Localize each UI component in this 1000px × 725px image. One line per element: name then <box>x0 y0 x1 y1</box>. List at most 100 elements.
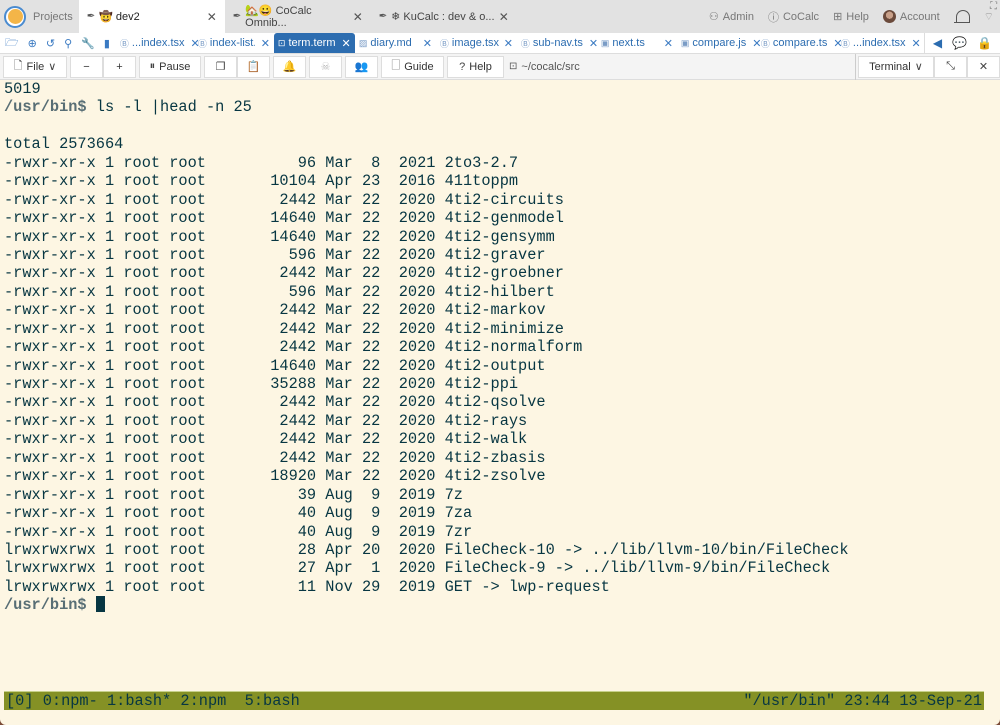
file-tab[interactable]: Ⓑ sub-nav.ts ✕ <box>517 33 597 53</box>
terminal-line: -rwxr-xr-x 1 root root 2442 Mar 22 2020 … <box>4 301 1000 319</box>
cocalc-info-button[interactable]: ⓘ CoCalc <box>768 9 819 25</box>
caret-left-icon[interactable]: ◀ <box>933 36 942 50</box>
plus-circle-icon[interactable]: ⊕ <box>28 37 37 50</box>
chat-icon[interactable]: 💬 <box>952 36 967 50</box>
file-tab-label: diary.md <box>370 37 412 49</box>
file-tab[interactable]: Ⓑ ...index.tsx ✕ <box>837 33 921 53</box>
close-icon[interactable]: ✕ <box>664 37 673 50</box>
terminal-line-text <box>87 596 96 614</box>
terminal-line-text: -rwxr-xr-x 1 root root 40 Aug 9 2019 7za <box>4 504 473 523</box>
markdown-icon: ▨ <box>358 37 368 48</box>
project-tab-label: ❄ KuCalc : dev & o... <box>391 11 495 23</box>
terminal-line-text: -rwxr-xr-x 1 root root 40 Aug 9 2019 7zr <box>4 522 473 541</box>
processor-icon[interactable]: ▮ <box>104 37 110 50</box>
terminal-line: -rwxr-xr-x 1 root root 96 Mar 8 2021 2to… <box>4 154 1000 172</box>
cocalc-window: Projects ✒ 🤠 dev2 ✕ ✒ 🏡😀 CoCalc Omnib...… <box>0 0 1000 725</box>
wrench-icon[interactable]: 🔧 <box>81 37 95 50</box>
admin-button[interactable]: ⚇ Admin <box>708 10 754 24</box>
file-tab-label: ...index.tsx <box>131 37 185 49</box>
terminal-line-text: -rwxr-xr-x 1 root root 596 Mar 22 2020 4… <box>4 282 555 301</box>
terminal-line: total 2573664 <box>4 135 1000 153</box>
clear-users-button[interactable]: 👥 <box>345 55 378 78</box>
editor-toolbar: 🗋 File ∨ − + ⏸ Pause ❐ 📋 🔔 ☠ 👥 🗌 Guide ?… <box>0 53 1000 80</box>
projects-button[interactable]: Projects <box>30 0 79 33</box>
terminal-line-text: -rwxr-xr-x 1 root root 2442 Mar 22 2020 … <box>4 448 546 467</box>
close-icon[interactable]: ✕ <box>499 10 509 24</box>
file-menu-button[interactable]: 🗋 File ∨ <box>3 55 67 78</box>
file-tab[interactable]: ▣ next.ts ✕ <box>597 33 677 53</box>
close-icon[interactable]: ✕ <box>912 37 921 50</box>
lock-icon[interactable]: 🔒 <box>977 36 992 50</box>
terminal-line-text: -rwxr-xr-x 1 root root 2442 Mar 22 2020 … <box>4 264 564 283</box>
terminal-output[interactable]: 5019/usr/bin$ ls -l |head -n 25 total 257… <box>4 80 1000 692</box>
info-icon: ⓘ <box>767 11 779 24</box>
folder-open-icon[interactable]: 🗁 <box>5 34 19 53</box>
bell-button[interactable]: 🔔 <box>273 55 306 78</box>
terminal-line: -rwxr-xr-x 1 root root 2442 Mar 22 2020 … <box>4 393 1000 411</box>
file-tab[interactable]: Ⓑ image.tsx ✕ <box>436 33 517 53</box>
chevron-down-icon: ∨ <box>48 61 57 73</box>
guide-button[interactable]: 🗌 Guide <box>381 55 444 78</box>
terminal-line-text: -rwxr-xr-x 1 root root 2442 Mar 22 2020 … <box>4 393 546 412</box>
terminal-line-text: -rwxr-xr-x 1 root root 14640 Mar 22 2020… <box>4 227 555 246</box>
help-button[interactable]: ⊞ Help <box>833 10 869 24</box>
react-icon: Ⓑ <box>760 38 770 49</box>
pause-button[interactable]: ⏸ Pause <box>139 55 201 78</box>
file-tab[interactable]: Ⓑ compare.ts ✕ <box>757 33 843 53</box>
close-icon[interactable]: ✕ <box>353 10 363 24</box>
skull-icon: ☠ <box>320 61 331 73</box>
react-icon: Ⓑ <box>119 38 129 49</box>
close-icon[interactable]: ✕ <box>207 10 217 24</box>
paste-icon: 📋 <box>246 61 261 73</box>
terminal-line: -rwxr-xr-x 1 root root 596 Mar 22 2020 4… <box>4 246 1000 264</box>
users-icon: ⚇ <box>708 11 719 23</box>
project-tab-dev2[interactable]: ✒ 🤠 dev2 ✕ <box>78 0 225 33</box>
kill-button[interactable]: ☠ <box>309 55 342 78</box>
history-icon[interactable]: ↺ <box>46 37 55 50</box>
bell-icon[interactable] <box>953 8 970 26</box>
file-tab[interactable]: Ⓑ ...index.tsx ✕ <box>116 33 200 53</box>
file-tab[interactable]: ▣ compare.js ✕ <box>677 33 762 53</box>
close-icon[interactable]: ✕ <box>423 37 432 50</box>
increase-font-button[interactable]: + <box>103 55 136 78</box>
cocalc-logo[interactable] <box>0 0 30 33</box>
chevron-down-icon: ∨ <box>914 61 923 73</box>
close-icon[interactable]: ✕ <box>504 37 513 50</box>
account-button[interactable]: Account <box>882 10 940 23</box>
account-label: Account <box>899 10 940 23</box>
project-tab-kucalc[interactable]: ✒ ❄ KuCalc : dev & o... ✕ <box>371 0 517 33</box>
file-bar-right: ◀ 💬 🔒 <box>923 33 1000 53</box>
decrease-font-button[interactable]: − <box>70 55 103 78</box>
terminal-line: /usr/bin$ ls -l |head -n 25 <box>4 98 1000 116</box>
file-tab-label: ...index.tsx <box>852 37 906 49</box>
search-icon[interactable]: ⚲ <box>64 37 72 50</box>
terminal-line: -rwxr-xr-x 1 root root 2442 Mar 22 2020 … <box>4 449 1000 467</box>
paste-button[interactable]: 📋 <box>237 55 270 78</box>
help-button[interactable]: ? Help <box>447 55 504 78</box>
frame-type-select[interactable]: Terminal ∨ <box>858 55 934 78</box>
terminal-cursor <box>95 596 105 613</box>
minimize-button[interactable]: ⤡ <box>934 55 967 78</box>
copy-button[interactable]: ❐ <box>204 55 237 78</box>
terminal-line: -rwxr-xr-x 1 root root 2442 Mar 22 2020 … <box>4 264 1000 282</box>
guide-label: Guide <box>404 60 434 73</box>
shell-prompt: /usr/bin$ <box>4 98 87 117</box>
close-frame-button[interactable]: ✕ <box>967 55 1000 78</box>
fullscreen-icon[interactable]: ⛶ <box>990 1 997 12</box>
terminal-line-text: -rwxr-xr-x 1 root root 2442 Mar 22 2020 … <box>4 411 528 430</box>
close-icon[interactable]: ✕ <box>589 37 597 50</box>
tmux-status-bar: [0] 0:npm- 1:bash* 2:npm 5:bash "/usr/bi… <box>4 691 984 710</box>
file-tab[interactable]: ▨ diary.md ✕ <box>355 33 436 53</box>
project-tab-cocalc-omnibus[interactable]: ✒ 🏡😀 CoCalc Omnib... ✕ <box>225 0 371 33</box>
font-size-group: − + <box>70 55 136 78</box>
file-tab-active[interactable]: ⊡ term.term ✕ <box>273 33 355 53</box>
file-tab[interactable]: Ⓑ index-list.ts ✕ <box>194 33 274 53</box>
file-tab-label: image.tsx <box>451 37 499 49</box>
terminal-line: lrwxrwxrwx 1 root root 11 Nov 29 2019 GE… <box>4 578 1000 596</box>
pause-circle-icon: ⏸ <box>149 60 156 72</box>
close-icon[interactable]: ✕ <box>342 37 351 50</box>
terminal-line-text: -rwxr-xr-x 1 root root 96 Mar 8 2021 2to… <box>4 153 519 172</box>
js-icon: ▣ <box>680 37 690 48</box>
close-icon[interactable]: ✕ <box>261 37 270 50</box>
